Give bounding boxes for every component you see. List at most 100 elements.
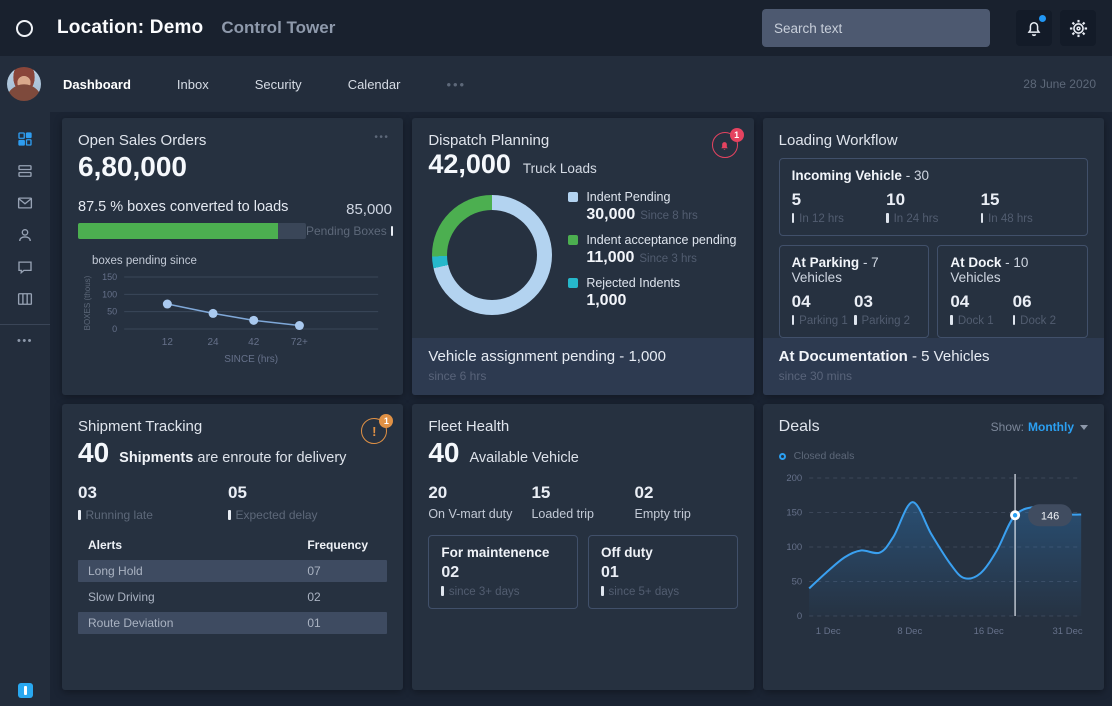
- svg-text:SINCE (hrs): SINCE (hrs): [224, 354, 278, 365]
- svg-text:200: 200: [786, 473, 802, 484]
- tabs-more-button[interactable]: •••: [446, 77, 466, 92]
- dispatch-alert-bell[interactable]: 1: [711, 128, 744, 158]
- user-avatar[interactable]: [7, 67, 41, 101]
- stat: 15 Loaded trip: [531, 483, 594, 521]
- svg-text:100: 100: [102, 289, 117, 299]
- tab-dashboard[interactable]: Dashboard: [63, 77, 131, 92]
- legend-swatch: [568, 235, 579, 245]
- sidebar-nav: •••: [0, 112, 50, 706]
- dropdown-caret-icon: [1080, 424, 1088, 430]
- legend-dot-icon: [778, 452, 786, 460]
- stat: 06 Dock 2: [1012, 292, 1056, 327]
- stat-expected-delay: 05 Expected delay: [228, 483, 318, 522]
- gear-icon: [1069, 19, 1087, 37]
- card-shipment-tracking: Shipment Tracking ! 1 40 Shipments are e…: [62, 404, 404, 690]
- card-loading-workflow: Loading Workflow Incoming Vehicle - 30 5…: [762, 118, 1104, 395]
- svg-text:50: 50: [107, 307, 117, 317]
- sidebar-item-lists[interactable]: [8, 156, 42, 186]
- svg-text:42: 42: [248, 337, 260, 348]
- sidebar-item-dashboard[interactable]: [8, 124, 42, 154]
- alert-count-badge: 1: [729, 128, 744, 142]
- converted-label: 87.5 % boxes converted to loads: [78, 199, 289, 215]
- svg-text:72+: 72+: [291, 337, 308, 348]
- dispatch-donut-chart: [432, 194, 553, 315]
- svg-text:50: 50: [791, 577, 802, 588]
- closed-deals-chart: 0 50 100 150 200 1 Dec 8 Dec 16 Dec 31 Dec 146: [786, 473, 1083, 637]
- stat-running-late: 03 Running late: [78, 483, 153, 522]
- svg-text:8 Dec: 8 Dec: [897, 626, 922, 637]
- progress-fill: [78, 223, 278, 239]
- off-duty-box: Off duty 01 since 5+ days: [588, 535, 738, 609]
- top-header: Location: Demo Control Tower: [0, 0, 1112, 56]
- card-menu-button[interactable]: •••: [374, 132, 389, 143]
- open-orders-value: 6,80,000: [78, 151, 187, 182]
- alerts-table: Alerts Frequency Long Hold 07 Slow Driving…: [78, 538, 388, 638]
- svg-text:0: 0: [797, 611, 802, 622]
- card-title: Loading Workflow: [778, 132, 898, 149]
- notifications-button[interactable]: [1016, 10, 1052, 46]
- location-label: Location: Demo: [57, 17, 204, 38]
- documentation-footer: At Documentation - 5 Vehicles since 30 m…: [762, 338, 1104, 395]
- rows-icon: [18, 165, 32, 177]
- mail-icon: [17, 197, 33, 209]
- tick-bar: [390, 226, 394, 236]
- search-icon: [958, 18, 978, 38]
- incoming-vehicle-box: Incoming Vehicle - 30 5 In 12 hrs 10 In 24…: [778, 158, 1088, 236]
- tab-calendar[interactable]: Calendar: [348, 77, 401, 92]
- sidebar-item-mail[interactable]: [8, 188, 42, 218]
- svg-text:24: 24: [208, 337, 220, 348]
- show-period-dropdown[interactable]: Show: Monthly: [991, 420, 1088, 434]
- card-title: Dispatch Planning: [428, 132, 550, 149]
- sidebar-item-contacts[interactable]: [8, 220, 42, 250]
- settings-button[interactable]: [1060, 10, 1096, 46]
- svg-text:0: 0: [112, 324, 117, 334]
- truck-loads-label: Truck Loads: [522, 161, 597, 176]
- shipments-value: 40: [78, 437, 110, 468]
- shipment-alert-warning[interactable]: ! 1: [361, 414, 394, 444]
- legend-swatch: [568, 192, 579, 202]
- card-fleet-health: Fleet Health 40 Available Vehicle 20 On V…: [412, 404, 754, 690]
- since-label: since 30 mins: [778, 369, 853, 383]
- dispatch-footer: Vehicle assignment pending - 1,000 since…: [412, 338, 754, 395]
- dashboard-grid: Open Sales Orders ••• 6,80,000 87.5 % bo…: [50, 112, 1112, 706]
- svg-text:150: 150: [786, 508, 802, 519]
- card-title: Deals: [778, 418, 820, 435]
- card-deals: Deals Show: Monthly Closed deals 0 50 100 1…: [762, 404, 1104, 690]
- bell-icon: [721, 141, 728, 150]
- vehicle-assignment-pending: Vehicle assignment pending - 1,000: [428, 348, 666, 365]
- current-date: 28 June 2020: [1023, 77, 1096, 91]
- alert-count-badge: 1: [379, 414, 394, 428]
- search-box[interactable]: [762, 9, 990, 47]
- sidebar-more-button[interactable]: •••: [17, 335, 33, 347]
- svg-text:16 Dec: 16 Dec: [973, 626, 1003, 637]
- deals-legend: Closed deals: [778, 450, 1088, 462]
- stat: 04 Dock 1: [950, 292, 994, 327]
- mini-chart-title: boxes pending since: [92, 255, 197, 267]
- svg-text:31 Dec: 31 Dec: [1052, 626, 1082, 637]
- card-dispatch-planning: Dispatch Planning 1 42,000 Truck Loads I…: [412, 118, 754, 395]
- progress-bar: [78, 223, 306, 239]
- sidebar-item-chat[interactable]: [8, 252, 42, 282]
- svg-text:146: 146: [1041, 510, 1059, 522]
- card-title: Open Sales Orders: [78, 132, 207, 149]
- available-vehicle-value: 40: [428, 437, 460, 468]
- legend-swatch: [568, 278, 579, 288]
- person-icon: [19, 229, 31, 242]
- stat: 20 On V-mart duty: [428, 483, 513, 521]
- tab-security[interactable]: Security: [255, 77, 302, 92]
- table-row: Long Hold 07: [78, 560, 388, 582]
- sidebar-divider: [0, 324, 50, 325]
- card-title: Fleet Health: [428, 418, 510, 435]
- svg-text:150: 150: [102, 272, 117, 282]
- stat: 15 In 48 hrs: [980, 190, 1033, 225]
- pending-boxes-label: Pending Boxes: [306, 224, 387, 238]
- stat: 03 Parking 2: [854, 292, 911, 327]
- legend-item: Indent acceptance pending 11,000 Since 3 …: [568, 233, 737, 267]
- tab-inbox[interactable]: Inbox: [177, 77, 209, 92]
- search-input[interactable]: [774, 20, 958, 36]
- panel-toggle-icon[interactable]: [17, 683, 33, 698]
- sidebar-item-board[interactable]: [8, 284, 42, 314]
- card-title: Shipment Tracking: [78, 418, 203, 435]
- legend-item: Rejected Indents 1,000: [568, 276, 737, 310]
- card-open-sales-orders: Open Sales Orders ••• 6,80,000 87.5 % bo…: [62, 118, 404, 395]
